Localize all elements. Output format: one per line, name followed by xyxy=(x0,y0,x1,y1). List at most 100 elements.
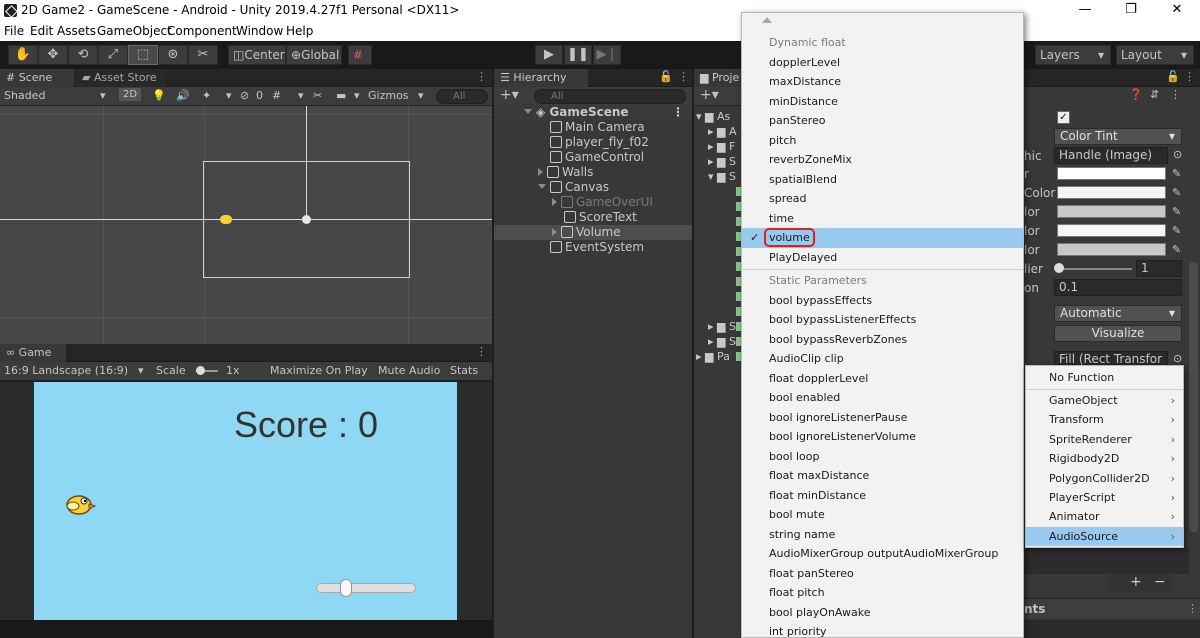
tab-project[interactable]: ▆ Proje xyxy=(694,69,744,87)
submenu-item-playerscript[interactable]: PlayerScript › xyxy=(1026,488,1183,507)
dropdown-static-item[interactable]: string name xyxy=(742,525,1023,545)
interactable-checkbox[interactable]: ✓ xyxy=(1057,111,1070,124)
dropdown-static-item[interactable]: float minDistance xyxy=(742,486,1023,506)
tools-icon[interactable]: ✂ xyxy=(313,89,322,102)
eyedropper-icon[interactable]: ✎ xyxy=(1172,243,1184,256)
hierarchy-item-gameoverui[interactable]: GameOverUI xyxy=(494,195,692,210)
menu-help[interactable]: Help xyxy=(286,24,313,38)
dropdown-item-volume[interactable]: ✓ volume xyxy=(742,228,1023,248)
project-folder-packages[interactable]: ▸ ▆ Pa xyxy=(696,350,730,363)
dropdown-static-item[interactable]: AudioClip clip xyxy=(742,349,1023,369)
volume-slider-handle[interactable] xyxy=(340,579,353,597)
visualize-button[interactable]: Visualize xyxy=(1054,325,1182,342)
pause-button[interactable]: ❚❚ xyxy=(564,45,592,65)
custom-tool-icon[interactable]: ✂ xyxy=(188,45,218,65)
transform-tool-icon[interactable]: ⊛ xyxy=(158,45,188,65)
space-toggle[interactable]: ⊕Global xyxy=(286,45,342,65)
menu-component[interactable]: Component xyxy=(167,24,237,38)
dropdown-static-item[interactable]: bool ignoreListenerPause xyxy=(742,408,1023,428)
dropdown-static-item[interactable]: bool ignoreListenerVolume xyxy=(742,427,1023,447)
component-menu-icon[interactable]: ⋮ xyxy=(1170,88,1181,101)
pressed-color-swatch[interactable] xyxy=(1057,205,1166,218)
add-event-button[interactable]: + xyxy=(1130,574,1142,590)
dropdown-static-item[interactable]: bool bypassListenerEffects xyxy=(742,310,1023,330)
disabled-color-swatch[interactable] xyxy=(1057,243,1166,256)
hierarchy-item-player[interactable]: player_fly_f02 xyxy=(494,135,692,150)
project-folder-assets[interactable]: ▾ ▆ As xyxy=(696,110,730,123)
highlighted-color-swatch[interactable] xyxy=(1057,186,1166,199)
dropdown-item-spread[interactable]: spread xyxy=(742,189,1023,209)
panel-menu-icon[interactable]: ⋮ xyxy=(476,345,487,358)
submenu-item-gameobject[interactable]: GameObject › xyxy=(1026,391,1183,410)
project-folder[interactable]: ▸ ▆ A xyxy=(708,125,737,138)
fade-duration-field[interactable]: 0.1 xyxy=(1054,279,1182,296)
scene-viewport[interactable] xyxy=(0,106,492,344)
stats-toggle[interactable]: Stats xyxy=(450,364,478,377)
object-picker-icon[interactable]: ⊙ xyxy=(1173,352,1182,365)
add-object-button[interactable]: +▾ xyxy=(500,87,519,103)
menu-assets[interactable]: Assets xyxy=(57,24,96,38)
scene-search-input[interactable]: All xyxy=(436,89,488,104)
tab-scene[interactable]: # Scene xyxy=(0,69,74,87)
project-folder[interactable]: ▸ ▆ S xyxy=(708,320,736,333)
minimize-button[interactable]: — xyxy=(1062,0,1108,22)
lighting-icon[interactable]: 💡 xyxy=(152,89,166,102)
eyedropper-icon[interactable]: ✎ xyxy=(1172,224,1184,237)
tab-game[interactable]: ∞ Game xyxy=(0,344,66,362)
project-folder[interactable]: ▸ ▆ F xyxy=(708,140,735,153)
menu-gameobject[interactable]: GameObject xyxy=(97,24,172,38)
lock-icon[interactable]: 🔓 xyxy=(659,70,673,83)
step-button[interactable]: ▶❘ xyxy=(593,45,621,65)
project-folder[interactable]: ▸ ▆ S xyxy=(708,155,736,168)
dropdown-static-item[interactable]: bool enabled xyxy=(742,388,1023,408)
color-multiplier-field[interactable]: 1 xyxy=(1136,260,1182,277)
pivot-toggle[interactable]: ◫Center xyxy=(228,45,286,65)
maximize-on-play-toggle[interactable]: Maximize On Play xyxy=(270,364,368,377)
dropdown-static-item[interactable]: float maxDistance xyxy=(742,466,1023,486)
help-icon[interactable]: ❓ xyxy=(1129,88,1143,101)
eyedropper-icon[interactable]: ✎ xyxy=(1172,186,1184,199)
dropdown-static-item[interactable]: int priority xyxy=(742,622,1023,637)
grid-snap-icon[interactable]: # xyxy=(348,45,372,65)
lock-icon[interactable]: 🔓 xyxy=(1166,70,1180,83)
scale-tool-icon[interactable]: ⤢ xyxy=(98,45,128,65)
close-button[interactable]: ✕ xyxy=(1154,0,1200,22)
hierarchy-item-main-camera[interactable]: Main Camera xyxy=(494,120,692,135)
dropdown-item-panstereo[interactable]: panStereo xyxy=(742,111,1023,131)
panel-menu-icon[interactable]: ⋮ xyxy=(1184,70,1195,83)
dropdown-item-dopplerlevel[interactable]: dopplerLevel xyxy=(742,53,1023,73)
submenu-item-spriterenderer[interactable]: SpriteRenderer › xyxy=(1026,430,1183,449)
gizmos-dropdown[interactable]: Gizmos xyxy=(368,89,409,102)
scale-slider-thumb[interactable] xyxy=(196,366,205,375)
tab-asset-store[interactable]: ▰ Asset Store xyxy=(76,69,166,87)
audio-icon[interactable]: 🔊 xyxy=(176,89,190,102)
volume-slider[interactable] xyxy=(316,579,416,597)
dropdown-static-item[interactable]: bool bypassReverbZones xyxy=(742,330,1023,350)
hidden-objects-icon[interactable]: ⊘ xyxy=(240,89,249,102)
hierarchy-item-scoretext[interactable]: ScoreText xyxy=(494,210,692,225)
dropdown-static-item[interactable]: float panStereo xyxy=(742,564,1023,584)
hierarchy-item-volume[interactable]: Volume xyxy=(494,225,692,240)
scroll-up-icon[interactable] xyxy=(762,17,772,23)
hierarchy-item-walls[interactable]: Walls xyxy=(494,165,692,180)
submenu-item-audiosource[interactable]: AudioSource › xyxy=(1026,526,1183,547)
inspector-scrollbar[interactable] xyxy=(1189,262,1198,532)
menu-window[interactable]: Window xyxy=(236,24,283,38)
mute-audio-toggle[interactable]: Mute Audio xyxy=(378,364,440,377)
submenu-item-rigidbody2d[interactable]: Rigidbody2D › xyxy=(1026,449,1183,468)
multiplier-slider-thumb[interactable] xyxy=(1054,263,1064,273)
menu-file[interactable]: File xyxy=(4,24,24,38)
play-button[interactable]: ▶ xyxy=(535,45,563,65)
hierarchy-item-gamecontrol[interactable]: GameControl xyxy=(494,150,692,165)
rect-tool-icon[interactable]: ⬚ xyxy=(128,45,158,65)
dropdown-item-maxdistance[interactable]: maxDistance xyxy=(742,72,1023,92)
effects-icon[interactable]: ✦ xyxy=(202,89,211,102)
dropdown-item-pitch[interactable]: pitch xyxy=(742,131,1023,151)
hierarchy-scene-row[interactable]: ◈ GameScene ⋮ xyxy=(494,105,692,120)
dropdown-static-item[interactable]: bool mute xyxy=(742,505,1023,525)
target-graphic-field[interactable]: Handle (Image) xyxy=(1054,147,1168,164)
dropdown-static-item[interactable]: float pitch xyxy=(742,583,1023,603)
hand-tool-icon[interactable]: ✋ xyxy=(8,45,38,65)
object-picker-icon[interactable]: ⊙ xyxy=(1173,148,1182,161)
eyedropper-icon[interactable]: ✎ xyxy=(1172,205,1184,218)
